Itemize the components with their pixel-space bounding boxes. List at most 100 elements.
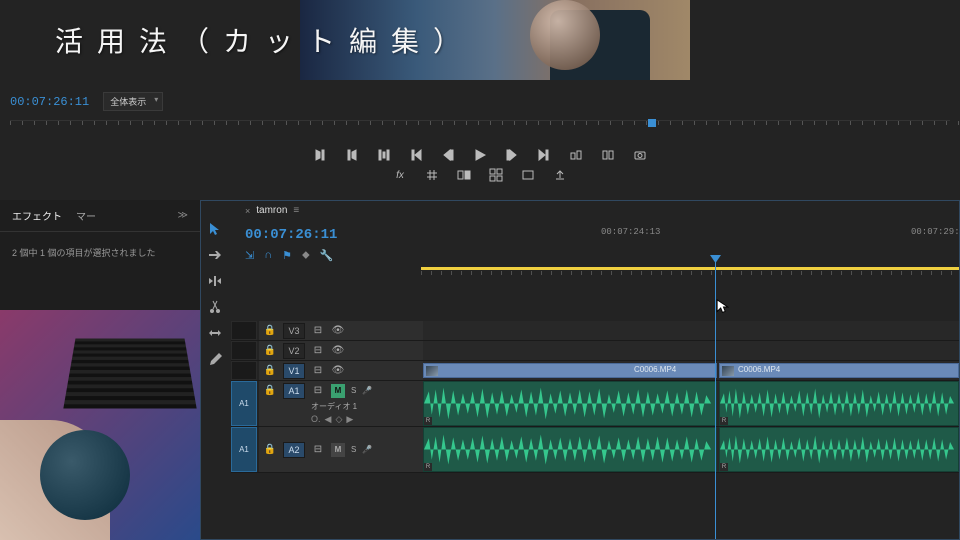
fx-icon[interactable]: fx [393,168,407,182]
multi-view-icon[interactable] [489,168,503,182]
compare-icon[interactable] [457,168,471,182]
source-thumbnail[interactable] [0,310,200,540]
mark-in-icon[interactable] [313,148,327,162]
monitor-playhead[interactable] [648,119,656,127]
lock-icon[interactable]: 🔒 [263,364,277,378]
sync-lock-icon[interactable]: ⊟ [311,384,325,398]
a2-label[interactable]: A2 [283,442,305,458]
v2-content[interactable] [423,341,959,360]
v3-source-patch[interactable] [231,321,257,340]
lock-icon[interactable]: 🔒 [263,324,277,338]
tabs-overflow-icon[interactable]: ≫ [178,210,188,221]
waveform-3 [424,428,716,471]
solo-button[interactable]: S [351,386,356,395]
mute-button[interactable]: M [331,443,345,457]
audio-clip-1[interactable]: R [423,381,717,426]
track-a1: A1 🔒 A1 ⊟ M S 🎤 オーディオ 1 O.◀◇▶ R [231,381,959,427]
keyframe-controls[interactable]: O.◀◇▶ [311,414,353,425]
step-forward-icon[interactable] [505,148,519,162]
solo-button[interactable]: S [351,445,356,454]
lock-icon[interactable]: 🔒 [263,344,277,358]
v2-source-patch[interactable] [231,341,257,360]
sync-lock-icon[interactable]: ⊟ [311,364,325,378]
insert-mode-icon[interactable]: ⇲ [245,249,254,262]
eye-icon[interactable]: 👁 [331,324,345,338]
share-icon[interactable] [553,168,567,182]
lift-icon[interactable] [569,148,583,162]
voice-over-icon[interactable]: 🎤 [362,386,372,395]
proxy-icon[interactable] [521,168,535,182]
extract-icon[interactable] [601,148,615,162]
settings-icon[interactable]: 🔧 [320,249,334,262]
sequence-name: tamron [256,205,287,216]
go-to-out-icon[interactable] [537,148,551,162]
selection-tool-icon[interactable] [207,221,223,237]
lock-icon[interactable]: 🔒 [263,384,277,398]
ripple-tool-icon[interactable] [207,273,223,289]
mute-button[interactable]: M [331,384,345,398]
thumbnail-hand [0,420,110,540]
a2-source-patch[interactable]: A1 [231,427,257,472]
a1-content[interactable]: R R [423,381,959,426]
monitor-timecode[interactable]: 00:07:26:11 [10,95,89,109]
v3-content[interactable] [423,321,959,340]
play-icon[interactable] [473,148,487,162]
v3-header: 🔒 V3 ⊟ 👁 [259,321,423,340]
v1-label[interactable]: V1 [283,363,305,379]
tab-markers[interactable]: マー [76,208,96,223]
snap-icon[interactable]: ∩ [264,249,272,262]
sync-lock-icon[interactable]: ⊟ [311,324,325,338]
v1-source-patch[interactable] [231,361,257,380]
step-back-icon[interactable] [441,148,455,162]
eye-icon[interactable]: 👁 [331,344,345,358]
a1-header: 🔒 A1 ⊟ M S 🎤 オーディオ 1 O.◀◇▶ [259,381,423,426]
a1-label[interactable]: A1 [283,383,305,399]
zoom-select[interactable]: 全体表示 [103,92,163,111]
a1-source-patch[interactable]: A1 [231,381,257,426]
waveform-1 [424,382,716,425]
timeline-ruler[interactable]: 00:07:24:13 00:07:29:13 [421,227,959,259]
linked-selection-icon[interactable]: ⚑ [282,249,292,262]
mark-clip-icon[interactable] [377,148,391,162]
track-select-tool-icon[interactable] [207,247,223,263]
track-v3: 🔒 V3 ⊟ 👁 [231,321,959,341]
razor-tool-icon[interactable] [207,299,223,315]
v1-content[interactable]: C0006.MP4 C0006.MP4 [423,361,959,380]
sync-lock-icon[interactable]: ⊟ [311,344,325,358]
monitor-ruler[interactable] [10,120,950,134]
safe-margins-icon[interactable] [425,168,439,182]
work-area-bar[interactable] [421,267,959,270]
track-v1: 🔒 V1 ⊟ 👁 C0006.MP4 C0006.MP4 [231,361,959,381]
timeline-timecode[interactable]: 00:07:26:11 [245,227,337,243]
marker-icon[interactable]: ⬥ [302,249,310,262]
voice-over-icon[interactable]: 🎤 [362,445,372,454]
transport-bar: fx [0,148,960,196]
pen-tool-icon[interactable] [207,351,223,367]
ruler-label-2: 00:07:29:13 [911,227,960,237]
video-clip-2[interactable]: C0006.MP4 [719,363,959,378]
audio-clip-4[interactable]: R [719,427,959,472]
monitor-subject [550,10,650,80]
go-to-in-icon[interactable] [409,148,423,162]
v2-label[interactable]: V2 [283,343,305,359]
a2-content[interactable]: R R [423,427,959,472]
close-sequence-icon[interactable]: × [245,206,250,216]
waveform-2 [720,382,958,425]
sync-lock-icon[interactable]: ⊟ [311,443,325,457]
v3-label[interactable]: V3 [283,323,305,339]
video-clip-1[interactable]: C0006.MP4 [423,363,717,378]
eye-icon[interactable]: 👁 [331,364,345,378]
mark-out-icon[interactable] [345,148,359,162]
clip-1-label: C0006.MP4 [634,365,676,374]
timeline-playhead[interactable] [715,257,716,539]
audio-clip-3[interactable]: R [423,427,717,472]
audio-clip-2[interactable]: R [719,381,959,426]
overlay-title: 活用法（カット編集） [55,20,475,60]
sequence-menu-icon[interactable]: ≡ [293,205,298,216]
sequence-tab[interactable]: × tamron ≡ [245,205,298,216]
lock-icon[interactable]: 🔒 [263,443,277,457]
export-frame-icon[interactable] [633,148,647,162]
slip-tool-icon[interactable] [207,325,223,341]
track-area: 🔒 V3 ⊟ 👁 🔒 V2 ⊟ 👁 [231,321,959,539]
tab-effects[interactable]: エフェクト [12,208,62,223]
